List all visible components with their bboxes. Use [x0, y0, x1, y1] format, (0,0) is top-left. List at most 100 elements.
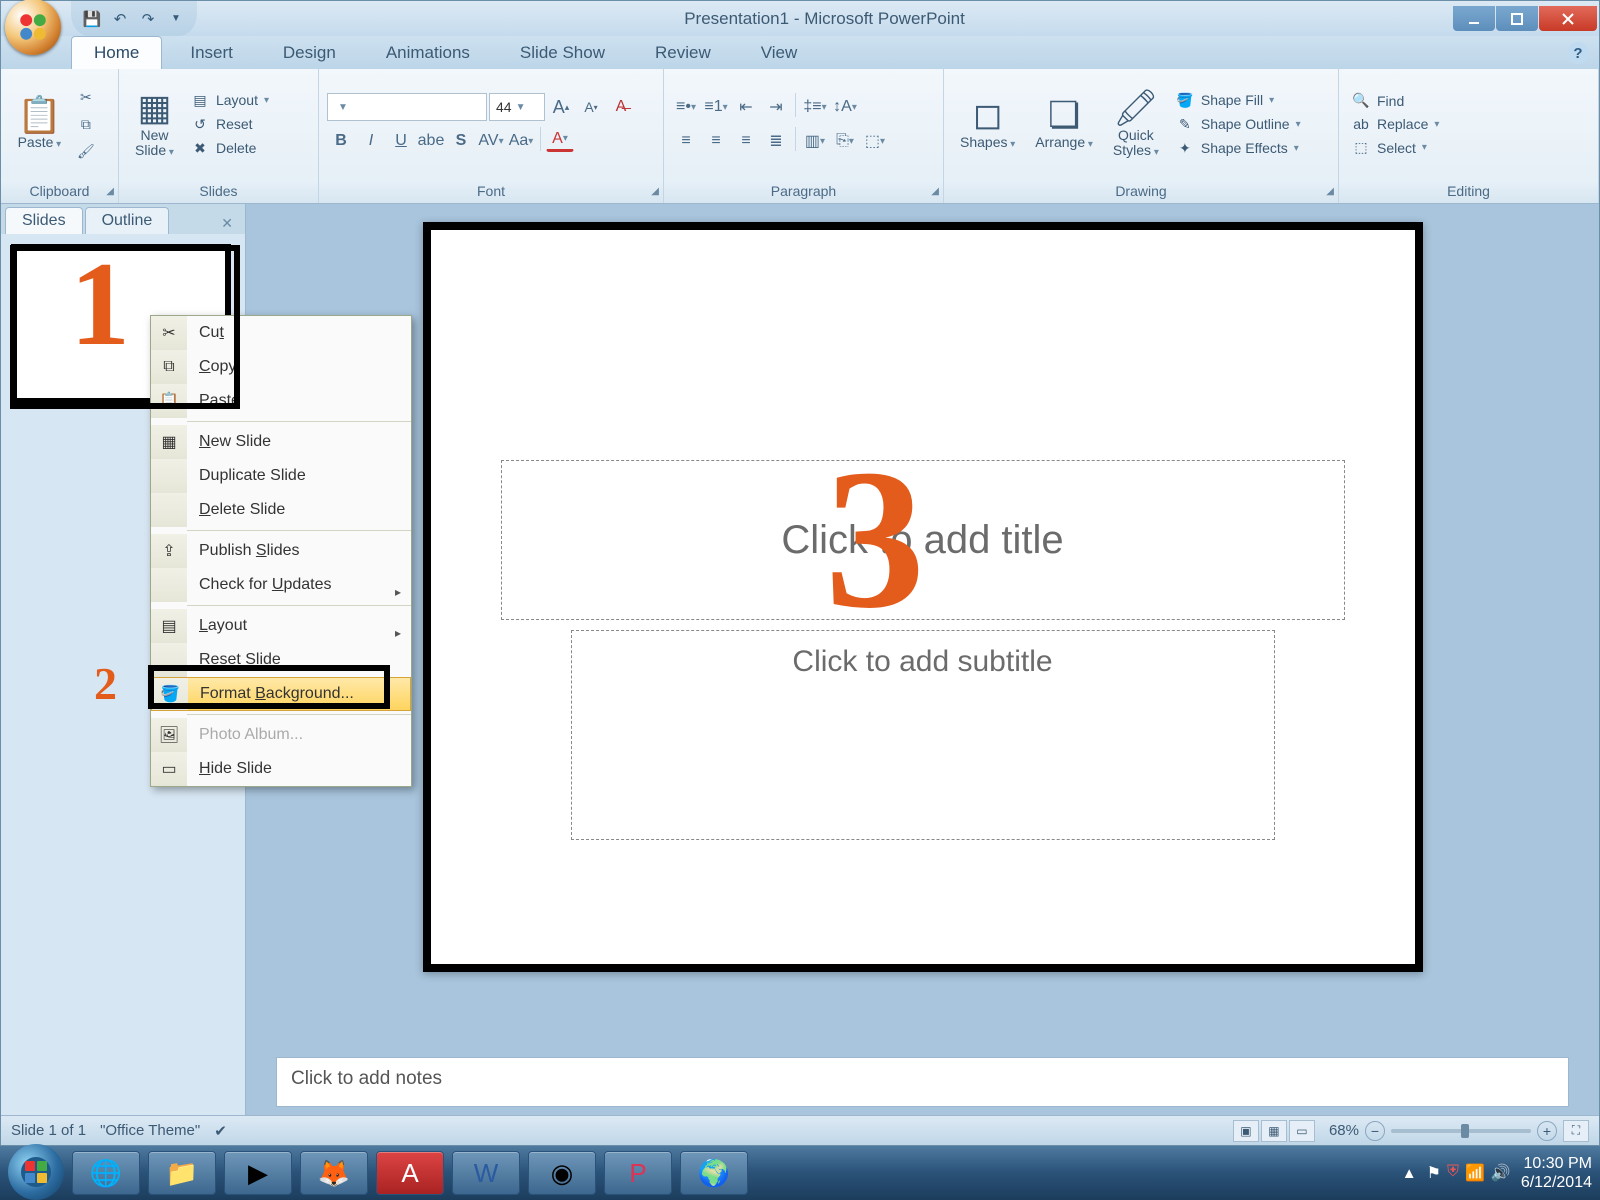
- ctx-photo-album[interactable]: 🖼Photo Album...: [151, 718, 411, 752]
- line-spacing-button[interactable]: ‡≡: [801, 93, 829, 121]
- qat-dropdown-icon[interactable]: ▼: [165, 8, 187, 30]
- tray-volume-icon[interactable]: 🔊: [1491, 1163, 1511, 1183]
- task-chrome-icon[interactable]: ◉: [528, 1151, 596, 1195]
- select-button[interactable]: ⬚Select: [1347, 137, 1443, 158]
- ctx-cut[interactable]: ✂Cut: [151, 316, 411, 350]
- font-size-combo[interactable]: 44▼: [489, 93, 545, 121]
- arrange-button[interactable]: ❏Arrange: [1027, 93, 1101, 154]
- delete-button[interactable]: ✖Delete: [186, 138, 273, 159]
- close-button[interactable]: [1539, 6, 1597, 31]
- shrink-font-icon[interactable]: A▾: [577, 93, 605, 121]
- tab-outline[interactable]: Outline: [85, 207, 170, 234]
- tab-review[interactable]: Review: [633, 37, 733, 69]
- align-center-icon[interactable]: ≡: [702, 127, 730, 155]
- numbering-button[interactable]: ≡1: [702, 93, 730, 121]
- save-icon[interactable]: 💾: [81, 8, 103, 30]
- bullets-button[interactable]: ≡•: [672, 93, 700, 121]
- zoom-out-button[interactable]: −: [1365, 1121, 1385, 1141]
- ctx-format-background[interactable]: 🪣Format Background...: [151, 677, 411, 711]
- tray-network-icon[interactable]: 📶: [1465, 1163, 1485, 1183]
- quick-styles-button[interactable]: 🖍Quick Styles: [1105, 86, 1167, 163]
- find-button[interactable]: 🔍Find: [1347, 90, 1443, 111]
- ctx-duplicate-slide[interactable]: Duplicate Slide: [151, 459, 411, 493]
- underline-button[interactable]: U: [387, 127, 415, 155]
- system-clock[interactable]: 10:30 PM 6/12/2014: [1521, 1154, 1592, 1192]
- align-left-icon[interactable]: ≡: [672, 127, 700, 155]
- close-panel-icon[interactable]: ✕: [213, 213, 241, 234]
- normal-view-icon[interactable]: ▣: [1233, 1120, 1259, 1142]
- tray-up-icon[interactable]: ▲: [1402, 1165, 1417, 1182]
- ctx-hide-slide[interactable]: ▭Hide Slide: [151, 752, 411, 786]
- launcher-icon[interactable]: ◢: [1326, 186, 1334, 197]
- shape-outline-button[interactable]: ✎Shape Outline: [1171, 114, 1305, 135]
- smartart-button[interactable]: ⬚: [861, 127, 889, 155]
- ctx-reset-slide[interactable]: Reset Slide: [151, 643, 411, 677]
- spellcheck-icon[interactable]: ✔: [214, 1122, 227, 1140]
- zoom-slider[interactable]: [1391, 1129, 1531, 1133]
- tab-home[interactable]: Home: [71, 36, 162, 69]
- task-explorer-icon[interactable]: 📁: [148, 1151, 216, 1195]
- help-icon[interactable]: ?: [1567, 42, 1589, 64]
- ctx-check-updates[interactable]: Check for Updates: [151, 568, 411, 602]
- office-button[interactable]: [5, 0, 61, 55]
- start-button[interactable]: [8, 1144, 64, 1200]
- font-family-combo[interactable]: ▼: [327, 93, 487, 121]
- task-app-icon[interactable]: 🌍: [680, 1151, 748, 1195]
- notes-pane[interactable]: Click to add notes: [276, 1057, 1569, 1107]
- ctx-publish-slides[interactable]: ⇪Publish Slides: [151, 534, 411, 568]
- cut-icon[interactable]: ✂: [74, 85, 98, 109]
- increase-indent-icon[interactable]: ⇥: [762, 93, 790, 121]
- bold-button[interactable]: B: [327, 127, 355, 155]
- minimize-button[interactable]: [1453, 6, 1495, 31]
- tab-slides[interactable]: Slides: [5, 207, 83, 234]
- sorter-view-icon[interactable]: ▦: [1261, 1120, 1287, 1142]
- decrease-indent-icon[interactable]: ⇤: [732, 93, 760, 121]
- maximize-button[interactable]: [1496, 6, 1538, 31]
- font-color-button[interactable]: A: [546, 127, 574, 152]
- tab-animations[interactable]: Animations: [364, 37, 492, 69]
- char-spacing-button[interactable]: AV: [477, 127, 505, 155]
- align-right-icon[interactable]: ≡: [732, 127, 760, 155]
- reset-button[interactable]: ↺Reset: [186, 114, 273, 135]
- columns-button[interactable]: ▥: [801, 127, 829, 155]
- redo-icon[interactable]: ↷: [137, 8, 159, 30]
- layout-button[interactable]: ▤Layout: [186, 90, 273, 111]
- ctx-copy[interactable]: ⧉Copy: [151, 350, 411, 384]
- tab-insert[interactable]: Insert: [168, 37, 255, 69]
- slideshow-view-icon[interactable]: ▭: [1289, 1120, 1315, 1142]
- clear-format-icon[interactable]: A̶: [607, 93, 635, 121]
- ctx-new-slide[interactable]: ▦New Slide: [151, 425, 411, 459]
- task-adobe-icon[interactable]: A: [376, 1151, 444, 1195]
- ctx-layout[interactable]: ▤Layout: [151, 609, 411, 643]
- subtitle-placeholder[interactable]: Click to add subtitle: [571, 630, 1275, 840]
- tray-shield-icon[interactable]: ⛨: [1447, 1163, 1459, 1183]
- shapes-button[interactable]: ◻Shapes: [952, 93, 1023, 154]
- tray-flag-icon[interactable]: ⚑: [1427, 1163, 1441, 1183]
- title-placeholder[interactable]: Click to add title: [501, 460, 1345, 620]
- launcher-icon[interactable]: ◢: [106, 186, 114, 197]
- paste-button[interactable]: 📋Paste: [9, 93, 70, 154]
- tab-slideshow[interactable]: Slide Show: [498, 37, 627, 69]
- italic-button[interactable]: I: [357, 127, 385, 155]
- task-ie-icon[interactable]: 🌐: [72, 1151, 140, 1195]
- shadow-button[interactable]: S: [447, 127, 475, 155]
- format-painter-icon[interactable]: 🖌: [74, 139, 98, 163]
- slide-canvas[interactable]: Click to add title Click to add subtitle: [423, 222, 1423, 972]
- fit-window-icon[interactable]: ⛶: [1563, 1120, 1589, 1142]
- task-powerpoint-icon[interactable]: P: [604, 1151, 672, 1195]
- justify-icon[interactable]: ≣: [762, 127, 790, 155]
- task-word-icon[interactable]: W: [452, 1151, 520, 1195]
- grow-font-icon[interactable]: A▴: [547, 93, 575, 121]
- replace-button[interactable]: abReplace: [1347, 114, 1443, 134]
- undo-icon[interactable]: ↶: [109, 8, 131, 30]
- shape-fill-button[interactable]: 🪣Shape Fill: [1171, 90, 1305, 111]
- align-text-button[interactable]: ⎘: [831, 127, 859, 155]
- ctx-delete-slide[interactable]: Delete Slide: [151, 493, 411, 527]
- tab-design[interactable]: Design: [261, 37, 358, 69]
- launcher-icon[interactable]: ◢: [931, 186, 939, 197]
- launcher-icon[interactable]: ◢: [651, 186, 659, 197]
- new-slide-button[interactable]: ▦New Slide: [127, 86, 182, 163]
- change-case-button[interactable]: Aa: [507, 127, 535, 155]
- task-media-icon[interactable]: ▶: [224, 1151, 292, 1195]
- copy-icon[interactable]: ⧉: [74, 112, 98, 136]
